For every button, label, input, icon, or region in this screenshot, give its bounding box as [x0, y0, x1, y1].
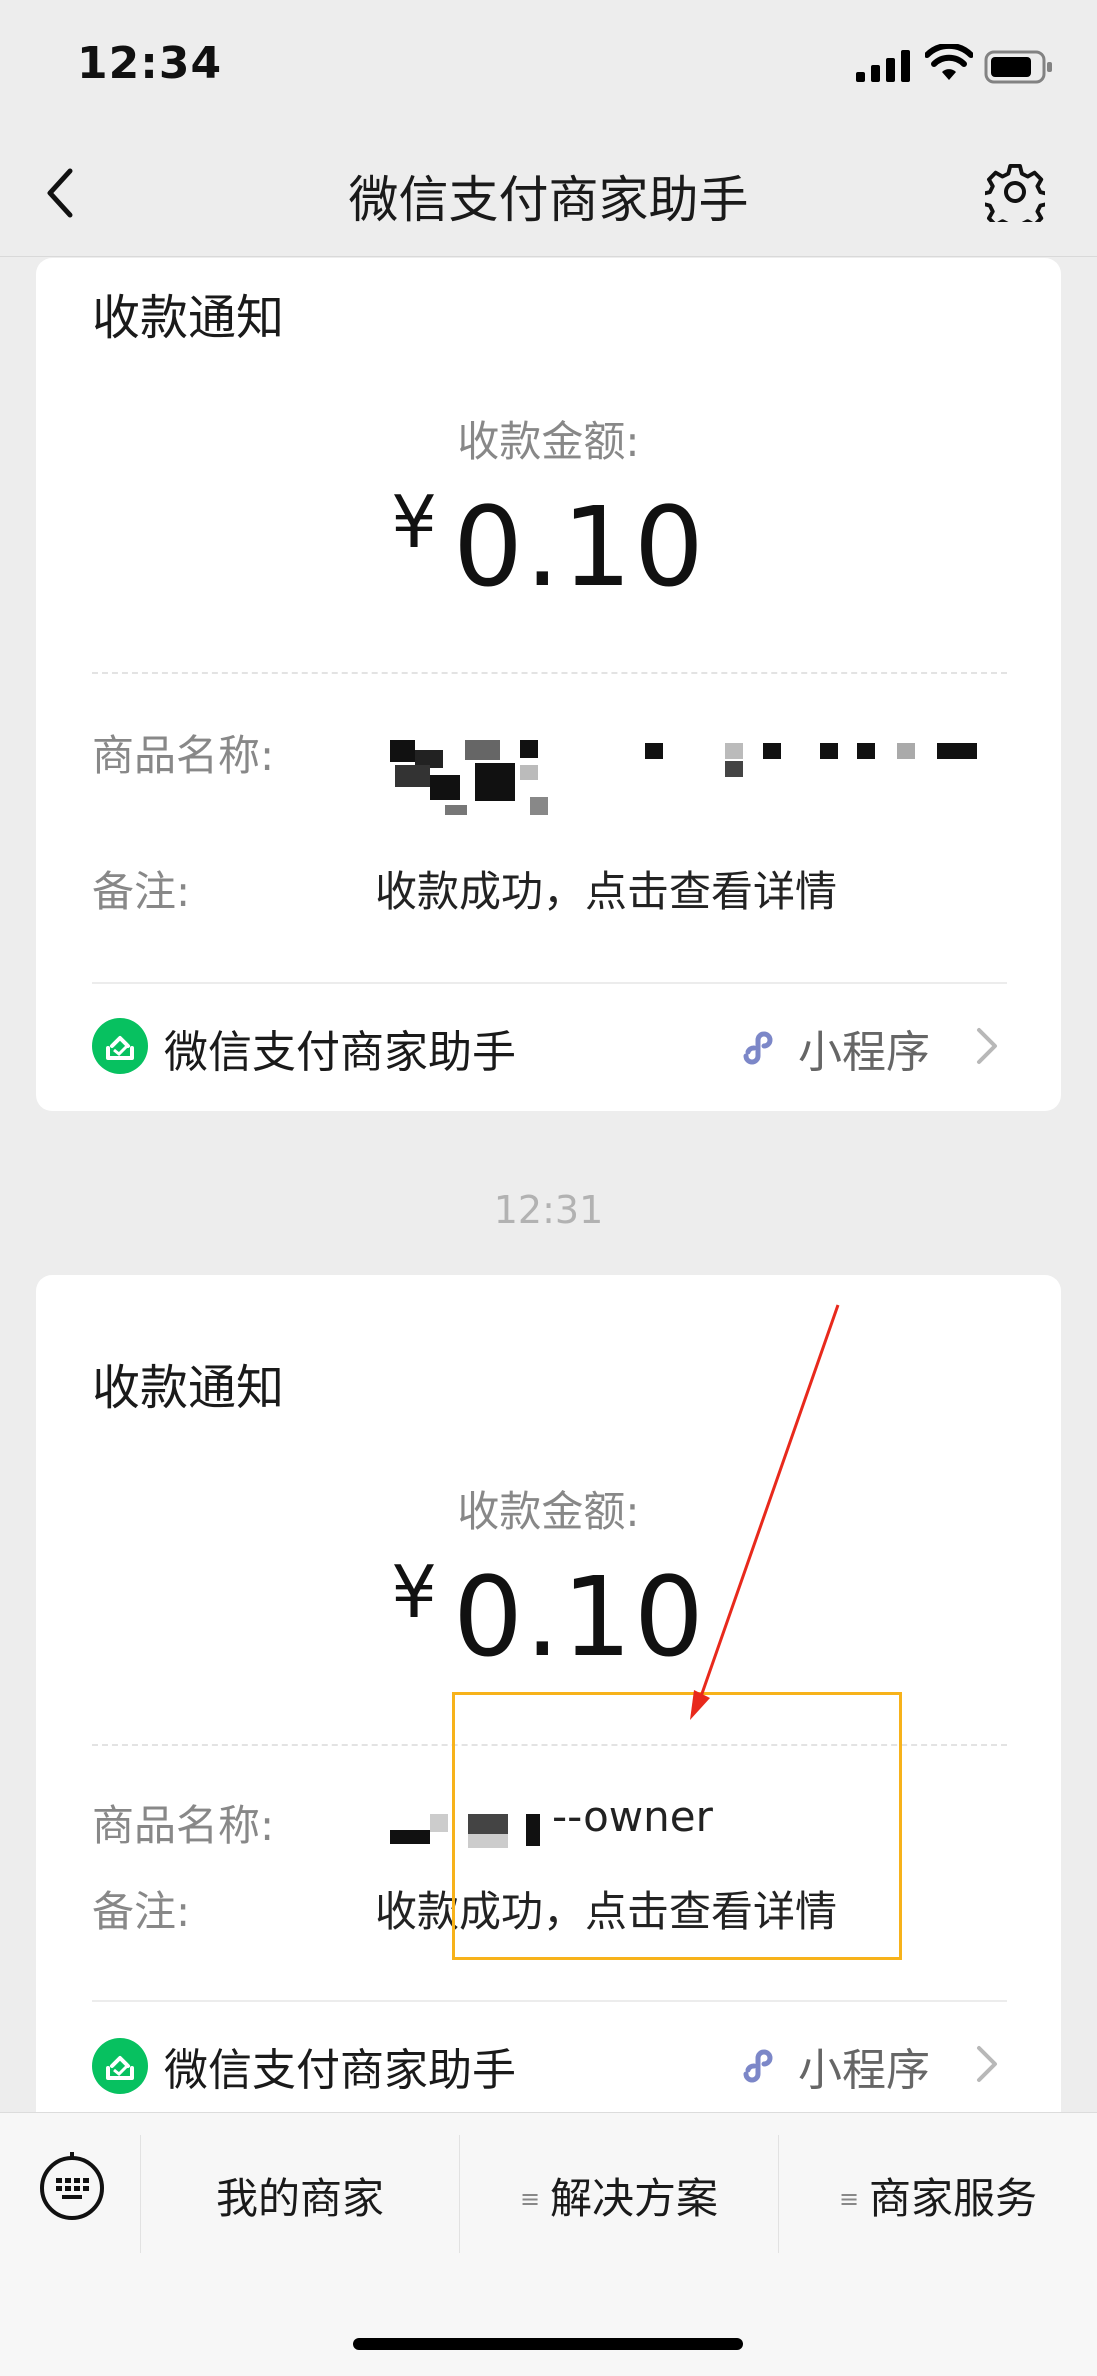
home-indicator[interactable] [353, 2338, 743, 2350]
card-title: 收款通知 [92, 1360, 285, 1416]
menu-list-icon: ≡ [519, 2185, 541, 2213]
wifi-icon [925, 44, 973, 80]
card-title: 收款通知 [92, 290, 285, 346]
remark-label: 备注: [92, 867, 191, 916]
divider [92, 672, 1007, 674]
merchant-assistant-app-icon [92, 1018, 148, 1074]
page-title: 微信支付商家助手 [348, 171, 749, 229]
remark-label: 备注: [92, 1887, 191, 1936]
message-timestamp: 12:31 [493, 1188, 604, 1232]
highlight-box [452, 1692, 902, 1960]
chevron-right-icon [977, 1028, 997, 1064]
cellular-signal-icon [856, 50, 910, 82]
app-name: 微信支付商家助手 [164, 1027, 516, 1078]
menu-my-merchant[interactable]: 我的商家 [141, 2165, 459, 2226]
product-name-label: 商品名称: [92, 731, 275, 780]
bottom-menu-bar [0, 2112, 1097, 2376]
menu-list-icon: ≡ [838, 2185, 860, 2213]
product-name-label: 商品名称: [92, 1801, 275, 1850]
settings-gear-icon[interactable] [985, 162, 1045, 222]
amount-label: 收款金额: [457, 417, 640, 466]
divider [92, 982, 1007, 984]
menu-solutions[interactable]: ≡ 解决方案 [460, 2165, 778, 2226]
battery-icon [984, 50, 1052, 84]
mini-program-icon [743, 2049, 773, 2083]
status-time: 12:34 [77, 38, 223, 89]
remark-value: 收款成功，点击查看详情 [375, 867, 838, 916]
menu-merchant-services[interactable]: ≡ 商家服务 [779, 2165, 1097, 2226]
pixelated-product-name [385, 735, 985, 825]
red-arrow-annotation [690, 1304, 840, 1720]
amount-label: 收款金额: [457, 1487, 640, 1536]
chevron-right-icon [977, 2046, 997, 2082]
keyboard-toggle-icon[interactable] [36, 2150, 108, 2222]
merchant-assistant-app-icon [92, 2038, 148, 2094]
mini-program-icon [743, 1031, 773, 1065]
divider [92, 2000, 1007, 2002]
mini-program-label: 小程序 [798, 1027, 930, 1078]
mini-program-label: 小程序 [798, 2045, 930, 2096]
amount-value: ¥0.10 [391, 480, 706, 611]
amount-value: ¥0.10 [391, 1550, 706, 1681]
app-name: 微信支付商家助手 [164, 2045, 516, 2096]
